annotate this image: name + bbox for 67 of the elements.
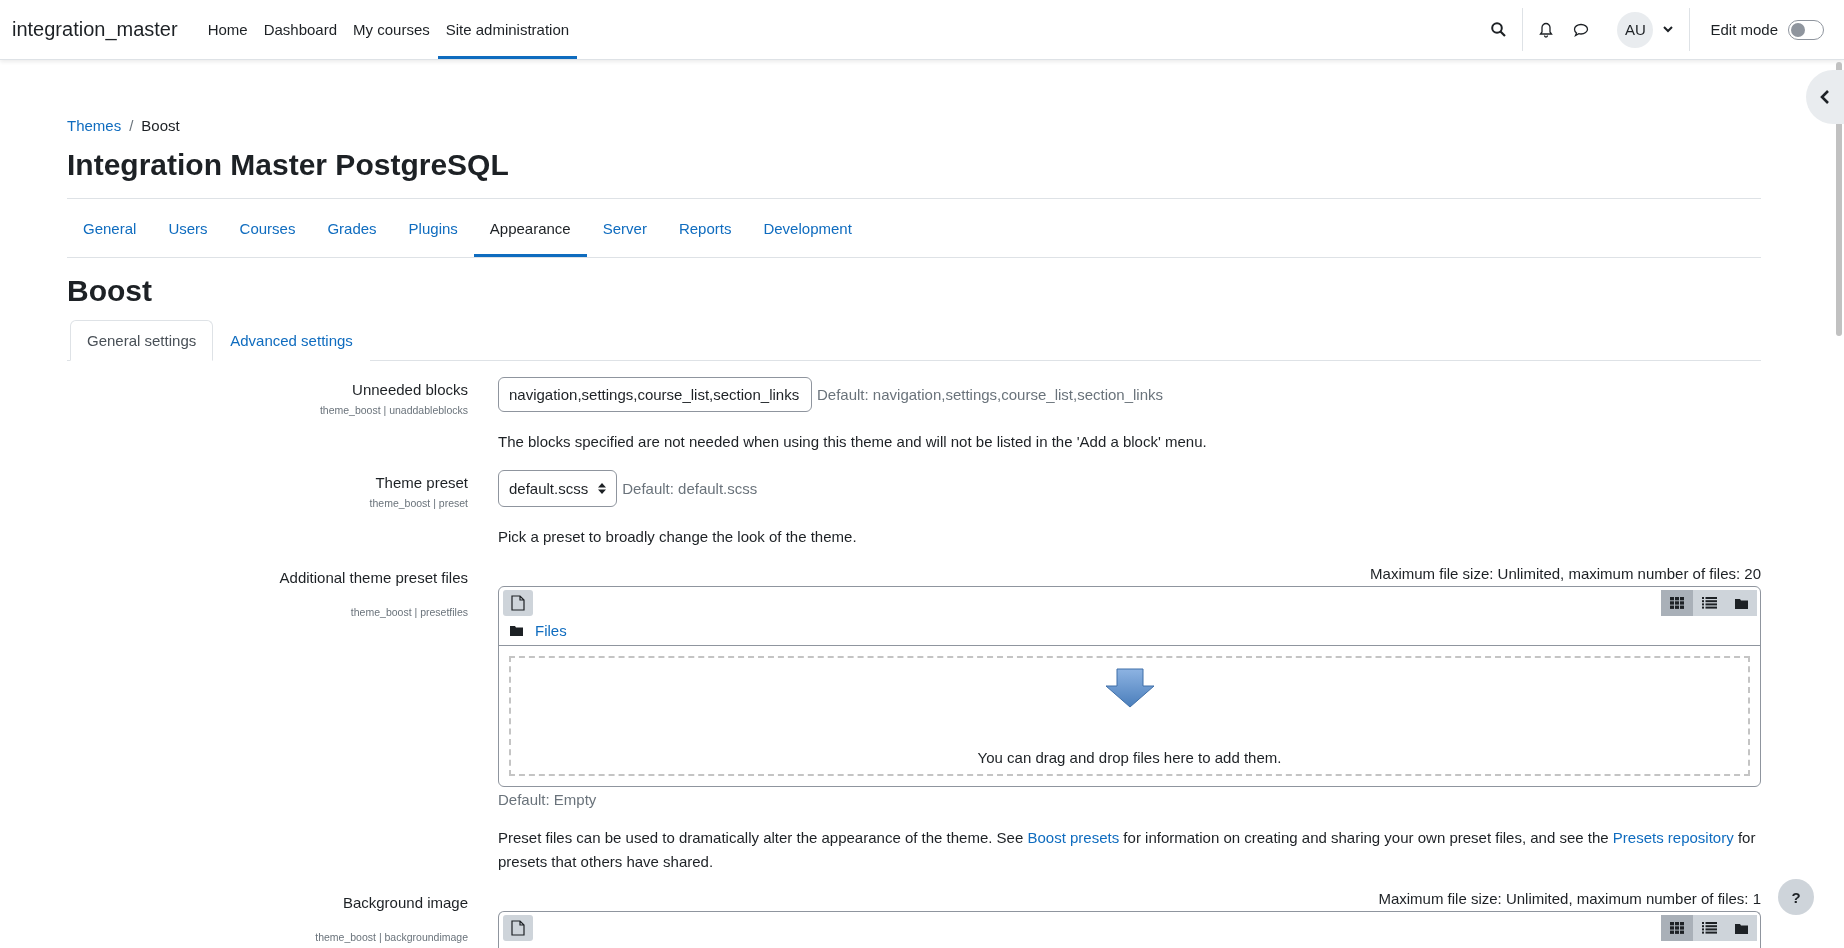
setting-label: Additional theme preset files: [278, 569, 468, 586]
view-mode-button[interactable]: [1661, 590, 1693, 616]
help-button[interactable]: ?: [1778, 879, 1814, 915]
nav-link[interactable]: Site administration: [437, 0, 578, 59]
text-input[interactable]: navigation,settings,course_list,section_links: [498, 377, 812, 412]
admin-tab[interactable]: General: [67, 199, 153, 257]
breadcrumb-link[interactable]: Themes: [67, 117, 122, 134]
setting-key: theme_boost | presetfiles: [67, 606, 468, 618]
chevron-left-icon: [1820, 90, 1830, 104]
down-arrow-icon: [1104, 668, 1155, 708]
view-mode-button[interactable]: [1693, 915, 1725, 941]
admin-tab[interactable]: Plugins: [392, 199, 474, 257]
folder-icon: [1734, 597, 1748, 609]
file-limits: Maximum file size: Unlimited, maximum number of files: 1: [1378, 890, 1761, 907]
setting-description: The blocks specified are not needed when using this theme and will not be listed in the 'Add a block' menu.: [498, 432, 1208, 452]
grid-icon: [1670, 922, 1684, 934]
help-link[interactable]: Boost presets: [1027, 829, 1120, 846]
grid-icon: [1670, 597, 1684, 609]
view-mode-button[interactable]: [1661, 915, 1693, 941]
file-icon: [511, 595, 525, 611]
help-link[interactable]: Presets repository: [1612, 829, 1734, 846]
view-mode-button[interactable]: [1725, 915, 1757, 941]
default-value: Default: default.scss: [622, 480, 758, 497]
admin-tab[interactable]: Users: [152, 199, 224, 257]
admin-tab[interactable]: Appearance: [473, 199, 587, 257]
edit-mode-label: Edit mode: [1710, 21, 1778, 38]
setting-key: theme_boost | preset: [67, 497, 468, 509]
default-value: Default: Empty: [498, 791, 598, 808]
view-mode-button[interactable]: [1725, 590, 1757, 616]
sort-arrows-icon: [598, 483, 607, 494]
drawer-toggle-button[interactable]: [1806, 70, 1844, 124]
admin-tab[interactable]: Reports: [662, 199, 748, 257]
add-file-button[interactable]: [503, 915, 533, 941]
drop-zone[interactable]: You can drag and drop files here to add them.: [509, 656, 1750, 776]
admin-tab[interactable]: Development: [747, 199, 868, 257]
list-icon: [1701, 922, 1717, 934]
site-name[interactable]: integration_master: [12, 18, 178, 41]
setting-label: Background image: [341, 894, 468, 911]
preset-select[interactable]: default.scss: [498, 470, 618, 507]
setting-key: theme_boost | unaddableblocks: [67, 404, 468, 416]
files-link[interactable]: Files: [535, 622, 567, 639]
admin-tab[interactable]: Server: [586, 199, 663, 257]
list-icon: [1701, 597, 1717, 609]
nav-link[interactable]: My courses: [345, 0, 438, 59]
nav-link[interactable]: Home: [199, 0, 256, 59]
file-limits: Maximum file size: Unlimited, maximum number of files: 20: [1370, 565, 1761, 582]
setting-key: theme_boost | backgroundimage: [67, 931, 468, 943]
file-icon: [511, 920, 525, 936]
setting-label: Unneeded blocks: [351, 381, 468, 398]
folder-icon: [510, 625, 523, 636]
view-mode-button[interactable]: [1693, 590, 1725, 616]
setting-description: Preset files can be used to dramatically alter the appearance of the theme. See Boost presets for information on creating and sharing your own preset files, and see the Presets repository for presets that others have shared.: [498, 828, 1757, 872]
setting-label: Theme preset: [374, 474, 468, 491]
section-title: Boost: [67, 274, 153, 308]
user-avatar[interactable]: AU: [1617, 11, 1654, 48]
admin-tab[interactable]: Grades: [311, 199, 393, 257]
add-file-button[interactable]: [503, 590, 533, 616]
breadcrumb-current: Boost: [141, 117, 180, 134]
breadcrumb-separator: /: [129, 117, 134, 134]
setting-description: Pick a preset to broadly change the look of the theme.: [498, 527, 858, 547]
settings-tab[interactable]: General settings: [70, 320, 214, 361]
edit-mode-switch[interactable]: [1788, 19, 1824, 40]
admin-tab[interactable]: Courses: [223, 199, 312, 257]
folder-icon: [1734, 922, 1748, 934]
nav-link[interactable]: Dashboard: [255, 0, 346, 59]
page-title: Integration Master PostgreSQL: [67, 148, 510, 182]
default-value: Default: navigation,settings,course_list,section_links: [817, 386, 1164, 403]
